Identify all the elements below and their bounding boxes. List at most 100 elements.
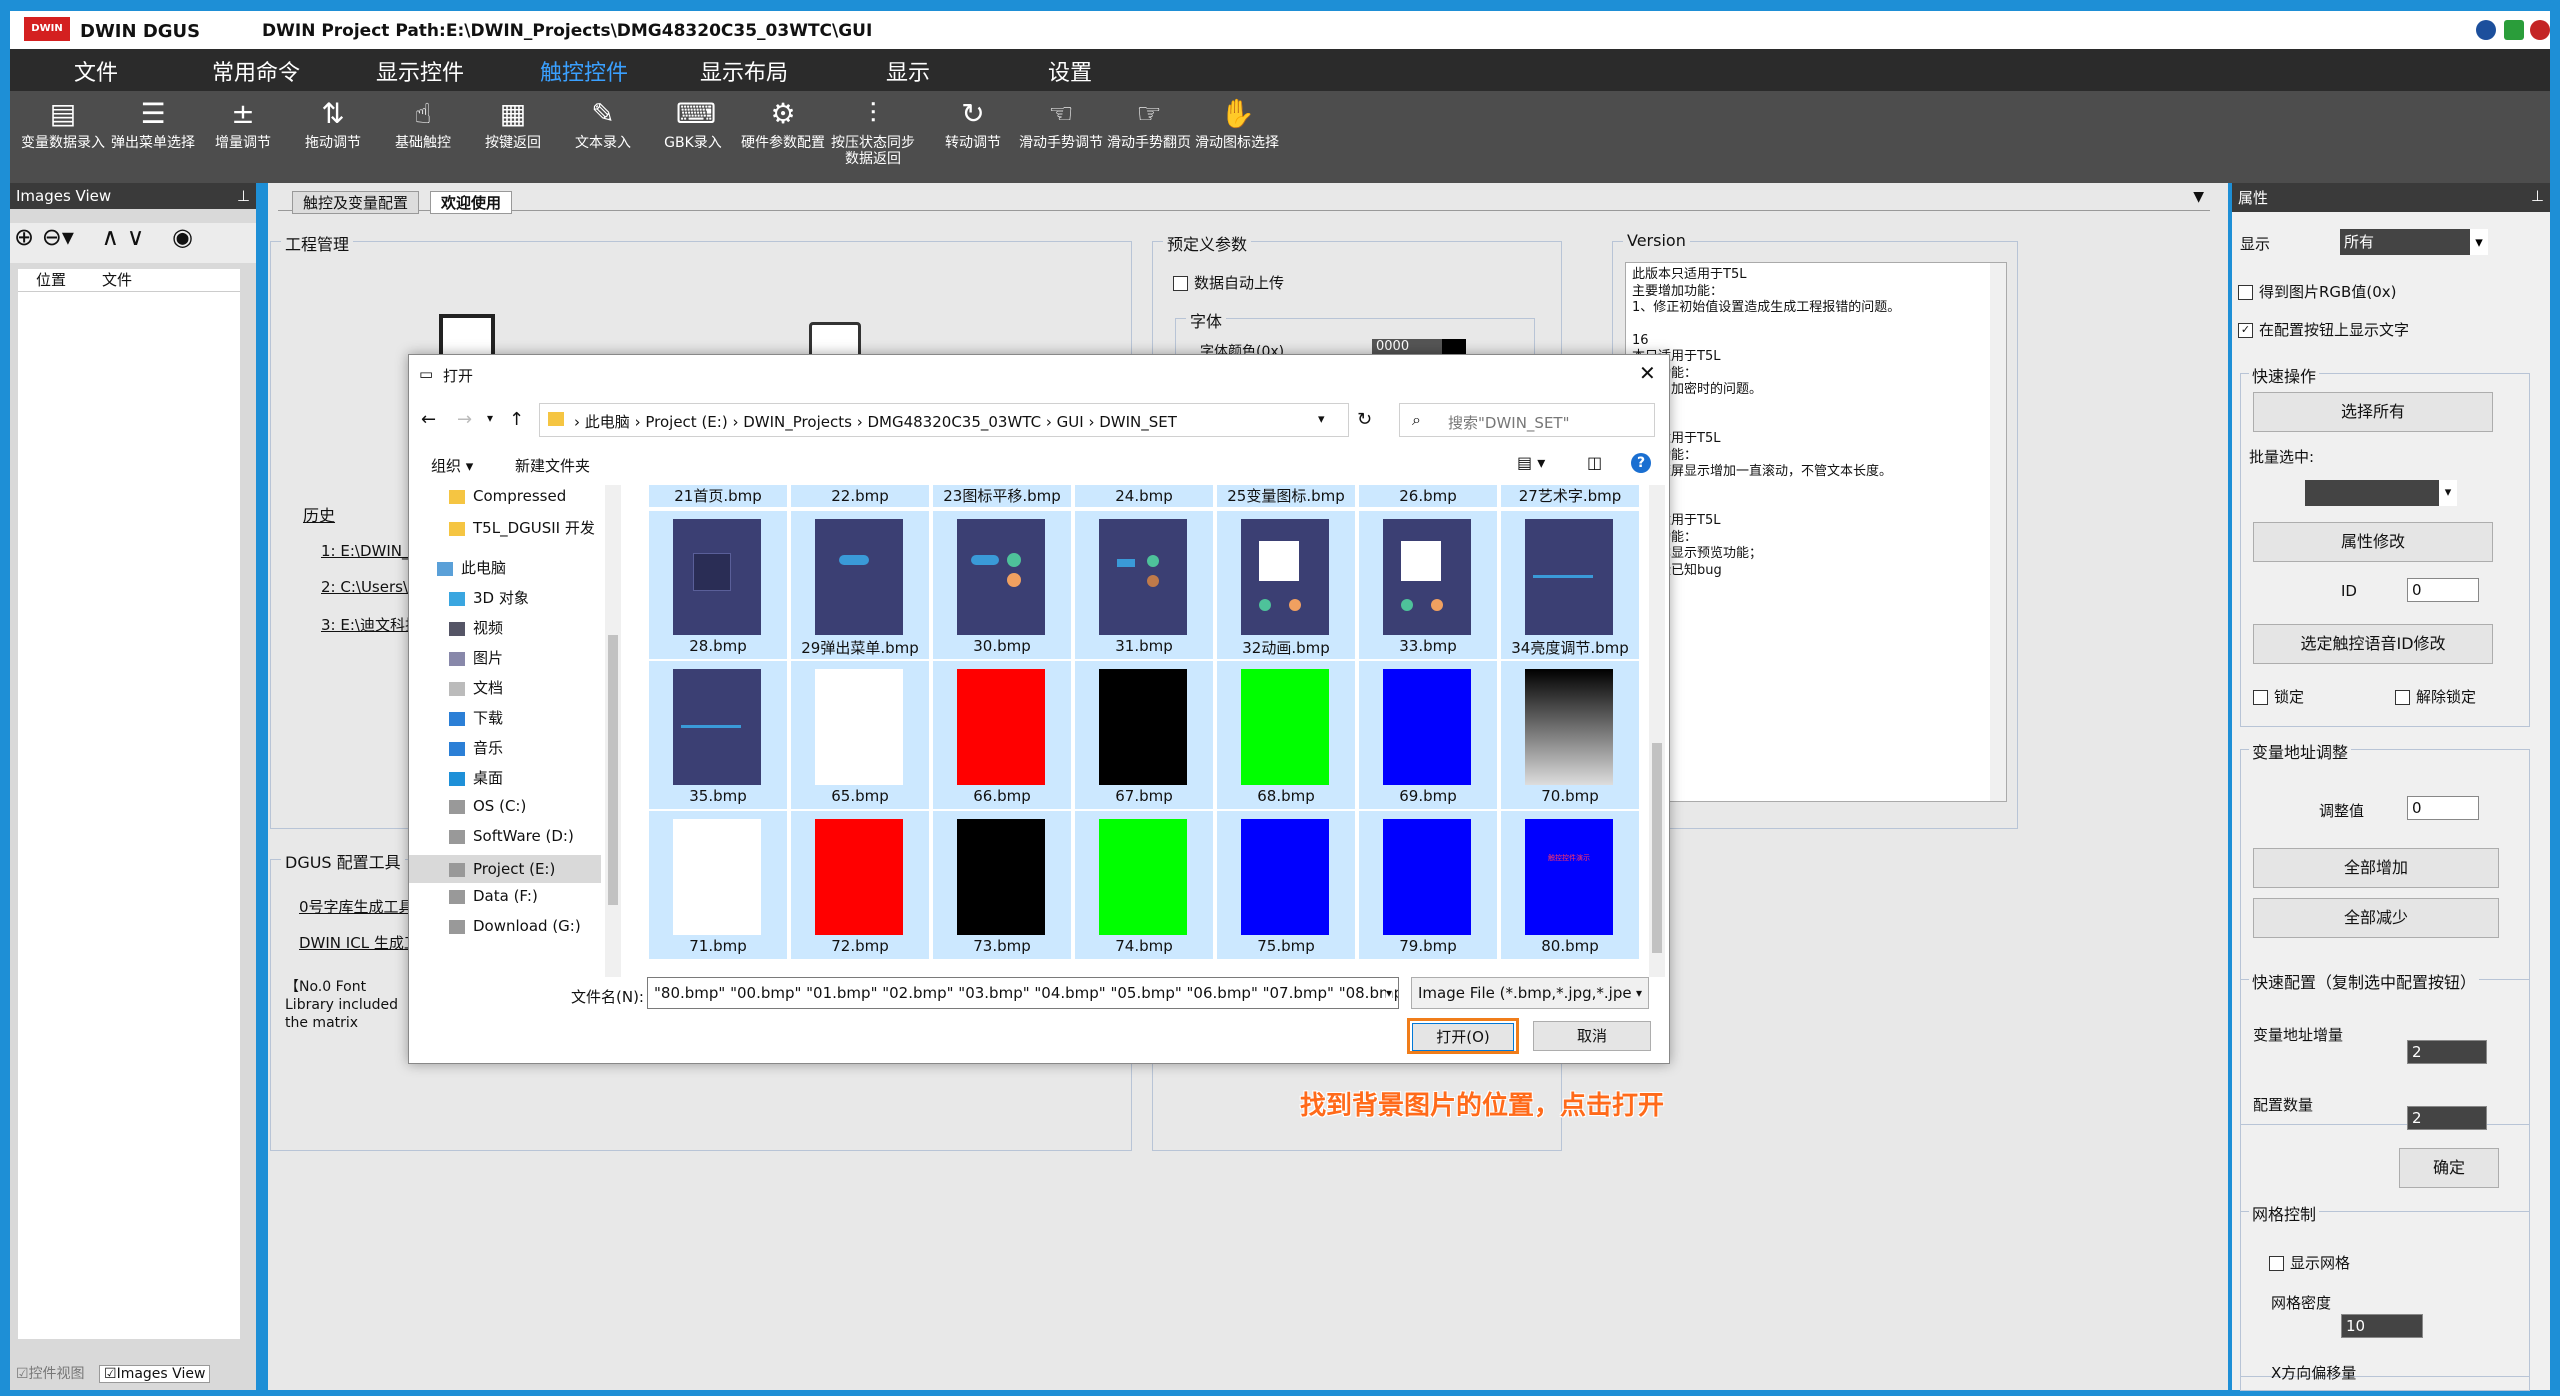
- nav-item[interactable]: T5L_DGUSII 开发: [449, 517, 595, 538]
- tool-text-input[interactable]: ✎ 文本录入: [558, 97, 648, 151]
- tool-gbk-input[interactable]: ⌨ GBK录入: [648, 97, 738, 151]
- col-file[interactable]: 文件: [96, 271, 132, 289]
- col-position[interactable]: 位置: [18, 269, 96, 290]
- tool-press-sync[interactable]: ⫶ 按压状态同步数据返回: [828, 97, 918, 167]
- file-item[interactable]: 35.bmp: [649, 661, 787, 809]
- add-all-button[interactable]: 全部增加: [2253, 848, 2499, 888]
- grid-density-input[interactable]: 10: [2341, 1314, 2423, 1338]
- file-item[interactable]: 71.bmp: [649, 811, 787, 959]
- nav-item[interactable]: 视频: [449, 617, 503, 638]
- lock-checkbox[interactable]: 锁定: [2253, 686, 2304, 707]
- recent-dropdown-icon[interactable]: ▾: [487, 411, 493, 425]
- tool-swipe-icon-select[interactable]: ✋ 滑动图标选择: [1192, 97, 1282, 151]
- close-icon[interactable]: [2530, 20, 2550, 40]
- tab-touch-config[interactable]: 触控及变量配置: [292, 191, 420, 214]
- nav-item[interactable]: 文档: [449, 677, 503, 698]
- nav-item[interactable]: 3D 对象: [449, 587, 529, 608]
- history-item[interactable]: 2: C:\Users\: [321, 578, 408, 596]
- display-filter-select[interactable]: 所有 ▾: [2340, 229, 2488, 255]
- move-down-icon[interactable]: ∨: [127, 223, 145, 251]
- addr-increment-input[interactable]: 2: [2407, 1040, 2487, 1064]
- file-item[interactable]: 25变量图标.bmp: [1217, 485, 1355, 507]
- file-item[interactable]: 24.bmp: [1075, 485, 1213, 507]
- nav-item[interactable]: 此电脑: [437, 557, 506, 578]
- nav-item-selected[interactable]: Project (E:): [409, 855, 601, 883]
- file-item[interactable]: 22.bmp: [791, 485, 929, 507]
- select-all-button[interactable]: 选择所有: [2253, 392, 2493, 432]
- address-dropdown-icon[interactable]: ▾: [1318, 412, 1325, 427]
- dialog-close-icon[interactable]: ✕: [1639, 361, 1656, 385]
- tool-variable-input[interactable]: ▤ 变量数据录入: [18, 97, 108, 151]
- history-item[interactable]: 1: E:\DWIN_P: [321, 542, 419, 560]
- view-options-icon[interactable]: ▤ ▾: [1517, 453, 1545, 472]
- auto-upload-checkbox[interactable]: 数据自动上传: [1173, 272, 1284, 293]
- breadcrumb-item[interactable]: Project (E:): [645, 413, 727, 431]
- tool-swipe-adjust[interactable]: ☜ 滑动手势调节: [1016, 97, 1106, 151]
- back-icon[interactable]: ←: [421, 409, 436, 430]
- nav-item[interactable]: 下载: [449, 707, 503, 728]
- confirm-button[interactable]: 确定: [2399, 1148, 2499, 1188]
- file-item[interactable]: 33.bmp: [1359, 511, 1497, 659]
- nav-item[interactable]: Download (G:): [449, 917, 581, 935]
- filename-input[interactable]: "80.bmp" "00.bmp" "01.bmp" "02.bmp" "03.…: [647, 977, 1399, 1009]
- breadcrumb-item[interactable]: 此电脑: [585, 413, 630, 431]
- nav-item[interactable]: 图片: [449, 647, 503, 668]
- file-item[interactable]: 72.bmp: [791, 811, 929, 959]
- file-item[interactable]: 65.bmp: [791, 661, 929, 809]
- file-item[interactable]: 75.bmp: [1217, 811, 1355, 959]
- preview-pane-icon[interactable]: ◫: [1587, 453, 1602, 472]
- touch-voice-id-button[interactable]: 选定触控语音ID修改: [2253, 624, 2493, 664]
- nav-item[interactable]: OS (C:): [449, 797, 526, 815]
- nav-scroll-thumb[interactable]: [608, 635, 618, 905]
- forward-icon[interactable]: →: [457, 409, 472, 430]
- menu-settings[interactable]: 设置: [1048, 55, 1092, 87]
- nav-scrollbar[interactable]: [605, 485, 621, 977]
- rgb-checkbox[interactable]: 得到图片RGB值(0x): [2238, 281, 2396, 302]
- adjust-value-input[interactable]: 0: [2407, 796, 2479, 820]
- nav-item[interactable]: SoftWare (D:): [449, 827, 574, 845]
- tab-welcome[interactable]: 欢迎使用: [430, 191, 513, 214]
- breadcrumb-item[interactable]: DWIN_SET: [1099, 413, 1177, 431]
- nav-item[interactable]: Data (F:): [449, 887, 538, 905]
- images-list[interactable]: 位置 文件: [18, 269, 240, 1339]
- file-item[interactable]: 69.bmp: [1359, 661, 1497, 809]
- sub-all-button[interactable]: 全部减少: [2253, 898, 2499, 938]
- show-text-checkbox[interactable]: ✓ 在配置按钮上显示文字: [2238, 319, 2409, 340]
- tool-basic-touch[interactable]: ☝ 基础触控: [378, 97, 468, 151]
- file-scrollbar[interactable]: [1649, 485, 1665, 977]
- nav-item[interactable]: Compressed: [449, 487, 566, 505]
- new-folder-button[interactable]: 新建文件夹: [515, 455, 590, 476]
- breadcrumb-item[interactable]: DMG48320C35_03WTC: [867, 413, 1041, 431]
- menu-file[interactable]: 文件: [74, 55, 118, 87]
- file-item[interactable]: 23图标平移.bmp: [933, 485, 1071, 507]
- file-item[interactable]: 27艺术字.bmp: [1501, 485, 1639, 507]
- help-icon[interactable]: ?: [1631, 453, 1651, 473]
- minimize-icon[interactable]: [2476, 20, 2496, 40]
- up-icon[interactable]: ↑: [509, 409, 524, 430]
- nav-item[interactable]: 音乐: [449, 737, 503, 758]
- font-library-tool-link[interactable]: 0号字库生成工具: [299, 896, 414, 917]
- nav-item[interactable]: 桌面: [449, 767, 503, 788]
- file-item[interactable]: 触控控件演示 80.bmp: [1501, 811, 1639, 959]
- file-item[interactable]: 29弹出菜单.bmp: [791, 511, 929, 659]
- file-item[interactable]: 34亮度调节.bmp: [1501, 511, 1639, 659]
- tool-rotate-adjust[interactable]: ↻ 转动调节: [928, 97, 1018, 151]
- tool-hardware-config[interactable]: ⚙ 硬件参数配置: [738, 97, 828, 151]
- filename-dropdown-icon[interactable]: ▾: [1385, 978, 1392, 1008]
- file-item[interactable]: 74.bmp: [1075, 811, 1213, 959]
- tool-swipe-page[interactable]: ☞ 滑动手势翻页: [1104, 97, 1194, 151]
- file-scroll-thumb[interactable]: [1652, 743, 1662, 953]
- menu-display-layout[interactable]: 显示布局: [700, 55, 788, 87]
- file-item[interactable]: 66.bmp: [933, 661, 1071, 809]
- cancel-button[interactable]: 取消: [1533, 1021, 1651, 1051]
- search-input[interactable]: ⌕ 搜索"DWIN_SET": [1399, 403, 1655, 437]
- tab-control-view[interactable]: ☑控件视图: [16, 1366, 85, 1382]
- id-input[interactable]: 0: [2407, 578, 2479, 602]
- open-button[interactable]: 打开(O): [1407, 1018, 1519, 1054]
- breadcrumb-item[interactable]: GUI: [1057, 413, 1084, 431]
- address-bar[interactable]: › 此电脑 › Project (E:) › DWIN_Projects › D…: [539, 403, 1349, 437]
- organize-button[interactable]: 组织 ▾: [431, 455, 473, 476]
- file-item[interactable]: 30.bmp: [933, 511, 1071, 659]
- file-item[interactable]: 68.bmp: [1217, 661, 1355, 809]
- file-item[interactable]: 26.bmp: [1359, 485, 1497, 507]
